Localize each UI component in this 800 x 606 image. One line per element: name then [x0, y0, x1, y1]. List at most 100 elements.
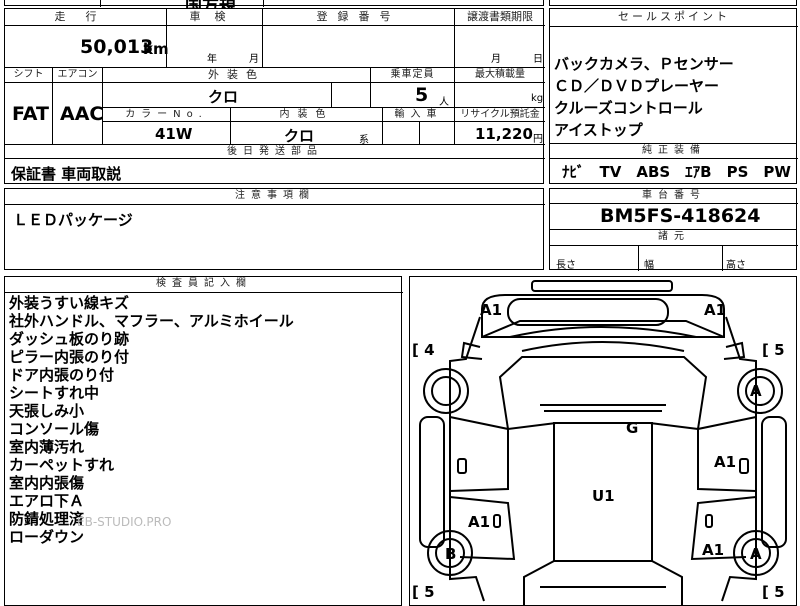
transfer-deadline-cell: 月 日 — [455, 26, 545, 68]
color-no-value: 41W — [155, 125, 193, 143]
exterior-color-value: クロ — [208, 88, 239, 106]
inspector-line: 室内薄汚れ — [9, 438, 85, 456]
inspection-label: 車検 — [167, 9, 263, 26]
mileage-label: 走行 — [5, 9, 167, 26]
shift-value: FAT — [12, 103, 49, 125]
damage-mark: U1 — [592, 487, 615, 505]
equipment-label: 純正装備 — [550, 144, 798, 159]
damage-mark: A1 — [714, 453, 737, 471]
transfer-day: 日 — [533, 54, 543, 65]
top-strip-right — [549, 0, 797, 6]
notes-label: 注意事項欄 — [5, 189, 545, 205]
interior-color-label: 内装色 — [231, 108, 383, 122]
dimensions-label: 諸元 — [550, 230, 798, 246]
capacity-value: 5 — [415, 84, 429, 106]
inspector-line: エアロ下Ａ — [9, 492, 85, 510]
damage-mark: G — [626, 419, 639, 437]
color-no-cell: 41W — [103, 122, 231, 145]
damage-mark: A1 — [480, 301, 503, 319]
interior-color-suffix: 系 — [359, 135, 369, 146]
max-load-cell: kg — [455, 83, 545, 108]
interior-color-cell: クロ 系 — [231, 122, 383, 146]
inspector-line: ピラー内張のり付 — [9, 348, 130, 366]
exterior-color-label: 外装色 — [103, 68, 371, 83]
inspector-line: コンソール傷 — [9, 420, 100, 438]
notes-value: ＬＥＤパッケージ — [13, 211, 133, 229]
damage-mark: A1 — [702, 541, 725, 559]
shift-cell: FAT — [5, 83, 53, 145]
dimensions-box: 諸元 長さ 幅 高さ — [549, 229, 798, 271]
mileage-unit: km — [143, 40, 169, 58]
damage-mark: B — [445, 545, 457, 563]
vehicle-info-grid: 走行 車検 登録番号 譲渡書類期限 50,013 km 年 月 月 日 シフト … — [4, 8, 545, 185]
capacity-label: 乗車定員 — [371, 68, 455, 83]
later-parts-label: 後日発送部品 — [5, 145, 545, 159]
inspector-line: 外装うすい線キズ — [9, 294, 130, 312]
top-strip: 国方規 — [4, 0, 544, 16]
car-outline — [419, 280, 787, 605]
inspector-box: 検査員記入欄 外装うすい線キズ 社外ハンドル、マフラー、アルミホイール ダッシュ… — [4, 276, 403, 606]
height-label: 高さ — [726, 260, 746, 271]
color-no-label: カラーNo. — [103, 108, 231, 122]
sales-points-label: セールスポイント — [550, 9, 798, 27]
width-label: 幅 — [644, 260, 654, 271]
recycle-value: 11,220 — [475, 125, 533, 143]
inspector-line: ドア内張のり付 — [9, 366, 115, 384]
damage-mark: A1 — [468, 513, 491, 531]
inspector-line: シートすれ中 — [9, 384, 100, 402]
notes-box: 注意事項欄 ＬＥＤパッケージ — [4, 188, 545, 270]
shift-label: シフト — [5, 68, 53, 83]
transfer-month: 月 — [491, 54, 501, 65]
damage-mark: A — [750, 382, 762, 400]
car-diagram-box: [ 4 [ 5 [ 5 [ 5 A1 A1 A G A1 U1 A1 B A1 … — [409, 276, 797, 606]
sales-point-item: アイストップ — [554, 121, 643, 139]
capacity-cell: 5 人 — [371, 83, 455, 108]
inspection-month: 月 — [249, 54, 259, 65]
import-label: 輸入車 — [383, 108, 455, 122]
tire-front-left: [ 4 — [412, 341, 435, 359]
sales-point-item: バックカメラ、Ｐセンサー — [554, 55, 734, 73]
aircon-label: エアコン — [53, 68, 103, 83]
sales-point-item: ＣＤ／ＤＶＤプレーヤー — [554, 77, 720, 95]
registration-cell — [263, 26, 455, 68]
aircon-value: AAC — [60, 103, 104, 125]
recycle-label: リサイクル預託金 — [455, 108, 545, 122]
damage-mark: A1 — [704, 301, 727, 319]
aircon-cell: AAC — [53, 83, 103, 145]
inspector-line: カーペットすれ — [9, 456, 115, 474]
tire-rear-right: [ 5 — [762, 583, 785, 601]
watermark: EB-STUDIO.PRO — [77, 515, 172, 529]
capacity-unit: 人 — [439, 97, 449, 108]
inspection-cell: 年 月 — [167, 26, 263, 68]
inspector-line: ローダウン — [9, 528, 85, 546]
recycle-cell: 11,220 円 — [455, 122, 545, 145]
inspector-label: 検査員記入欄 — [5, 277, 403, 293]
chassis-value: BM5FS-418624 — [600, 205, 761, 227]
later-parts-value: 保証書 車両取説 — [11, 165, 122, 183]
damage-mark: A — [750, 545, 762, 563]
inspector-line: ダッシュ板のり跡 — [9, 330, 130, 348]
chassis-box: 車台番号 BM5FS-418624 — [549, 188, 798, 230]
tire-front-right: [ 5 — [762, 341, 785, 359]
equipment-value: ﾅﾋﾞ TV ABS ｴｱB PS PW — [562, 163, 791, 181]
mileage-cell: 50,013 km — [5, 26, 169, 68]
inspector-line: 天張しみ小 — [9, 402, 85, 420]
transfer-deadline-label: 譲渡書類期限 — [455, 9, 545, 26]
inspector-line: 室内内張傷 — [9, 474, 85, 492]
sales-points-list: バックカメラ、Ｐセンサー ＣＤ／ＤＶＤプレーヤー クルーズコントロール アイスト… — [554, 53, 734, 141]
inspection-year: 年 — [207, 54, 217, 65]
equipment-box: 純正装備 ﾅﾋﾞ TV ABS ｴｱB PS PW — [549, 143, 798, 184]
chassis-label: 車台番号 — [550, 189, 798, 204]
recycle-unit: 円 — [533, 134, 543, 145]
length-label: 長さ — [556, 260, 576, 271]
registration-label: 登録番号 — [263, 9, 455, 26]
later-parts-cell: 保証書 車両取説 — [5, 159, 545, 185]
max-load-label: 最大積載量 — [455, 68, 545, 83]
tire-rear-left: [ 5 — [412, 583, 435, 601]
inspector-line: 社外ハンドル、マフラー、アルミホイール — [9, 312, 294, 330]
sales-points-box: セールスポイント バックカメラ、Ｐセンサー ＣＤ／ＤＶＤプレーヤー クルーズコン… — [549, 8, 798, 144]
sales-point-item: クルーズコントロール — [554, 99, 703, 117]
max-load-unit: kg — [531, 93, 544, 104]
inspector-lines: 外装うすい線キズ 社外ハンドル、マフラー、アルミホイール ダッシュ板のり跡 ピラ… — [9, 294, 294, 546]
interior-color-value: クロ — [284, 127, 315, 145]
